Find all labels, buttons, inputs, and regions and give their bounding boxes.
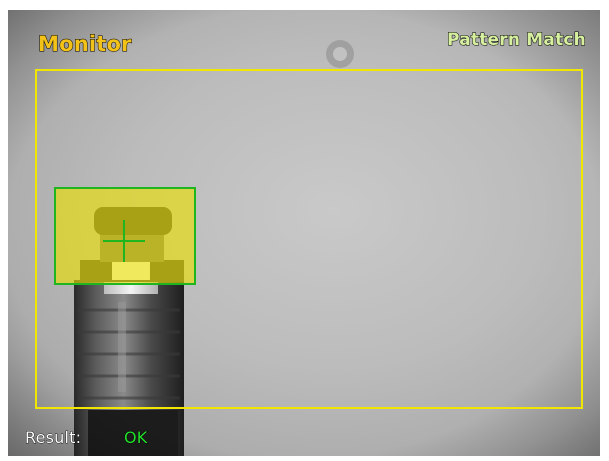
mode-title: Monitor [38, 32, 133, 57]
result-value: OK [124, 428, 148, 448]
match-crosshair-icon [103, 220, 145, 262]
tool-name: Pattern Match [447, 30, 587, 51]
result-label: Result: [25, 428, 82, 448]
camera-view: Monitor Pattern Match Result: OK [8, 10, 600, 456]
